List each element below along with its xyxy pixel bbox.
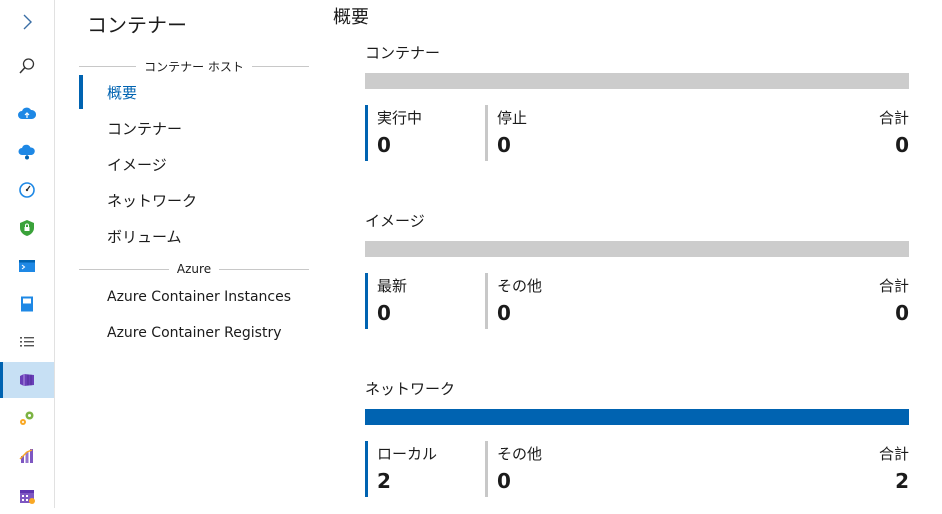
usage-bar <box>365 241 909 257</box>
stat-label: 実行中 <box>377 109 423 127</box>
stat-label: その他 <box>497 445 543 463</box>
stat-value: 0 <box>895 133 909 157</box>
nav-item-images[interactable]: イメージ <box>79 146 319 182</box>
containers-icon[interactable] <box>0 362 54 398</box>
cloud-network-icon[interactable] <box>0 134 54 170</box>
settings-gears-icon[interactable] <box>0 400 54 436</box>
expand-chevron-icon[interactable] <box>0 4 54 40</box>
containers-subnav: コンテナー コンテナー ホスト 概要 コンテナー イメージ ネットワーク ボリュ… <box>54 0 324 508</box>
networks-summary-section: ネットワーク ローカル 2 その他 0 合計 2 <box>365 378 909 497</box>
performance-gauge-icon[interactable] <box>0 172 54 208</box>
group-header-container-host: コンテナー ホスト <box>79 58 310 74</box>
nav-item-azure-container-registry[interactable]: Azure Container Registry <box>79 315 319 351</box>
stat-label: 合計 <box>878 109 909 127</box>
images-summary-section: イメージ 最新 0 その他 0 合計 0 <box>365 210 909 329</box>
usage-bar <box>365 409 909 425</box>
nav-item-label: Azure Container Instances <box>107 289 292 305</box>
stat-label: 合計 <box>878 277 909 295</box>
book-icon[interactable] <box>0 286 54 322</box>
stat-total: 合計 0 <box>789 105 909 163</box>
section-title: コンテナー <box>365 44 441 62</box>
nav-item-label: 概要 <box>107 83 138 102</box>
nav-item-label: Azure Container Registry <box>107 325 282 341</box>
stat-value: 0 <box>497 469 511 493</box>
stat-value: 0 <box>377 301 391 325</box>
nav-item-label: ボリューム <box>107 227 182 246</box>
list-icon[interactable] <box>0 324 54 360</box>
calendar-icon[interactable] <box>0 478 54 514</box>
nav-item-label: イメージ <box>107 155 167 174</box>
stat-label: 最新 <box>377 277 408 295</box>
nav-item-label: コンテナー <box>107 119 183 138</box>
section-title: ネットワーク <box>365 380 456 398</box>
cloud-upload-icon[interactable] <box>0 96 54 132</box>
nav-item-networks[interactable]: ネットワーク <box>79 182 319 218</box>
nav-item-overview[interactable]: 概要 <box>79 74 319 110</box>
security-shield-icon[interactable] <box>0 210 54 246</box>
stat-label: 停止 <box>497 109 528 127</box>
stat-value: 0 <box>895 301 909 325</box>
bar-chart-icon[interactable] <box>0 438 54 474</box>
group-header-azure: Azure <box>79 261 310 277</box>
stat-total: 合計 2 <box>789 441 909 499</box>
stat-label: その他 <box>497 277 543 295</box>
stat-value: 0 <box>497 133 511 157</box>
stat-label: ローカル <box>377 445 438 463</box>
nav-item-volumes[interactable]: ボリューム <box>79 218 319 254</box>
tool-title: コンテナー <box>87 13 187 37</box>
stat-total: 合計 0 <box>789 273 909 331</box>
usage-bar <box>365 73 909 89</box>
overview-main: 概要 コンテナー 実行中 0 停止 0 合計 0 イメージ 最新 0 その他 0… <box>324 0 942 508</box>
containers-summary-section: コンテナー 実行中 0 停止 0 合計 0 <box>365 42 909 161</box>
nav-item-label: ネットワーク <box>107 191 198 210</box>
stat-label: 合計 <box>878 445 909 463</box>
section-title: イメージ <box>365 212 425 230</box>
page-title: 概要 <box>333 7 369 28</box>
stat-value: 2 <box>895 469 909 493</box>
search-icon[interactable] <box>0 48 54 84</box>
nav-item-azure-container-instances[interactable]: Azure Container Instances <box>79 279 319 315</box>
stat-value: 2 <box>377 469 391 493</box>
terminal-icon[interactable] <box>0 248 54 284</box>
tool-rail <box>0 0 55 508</box>
stat-value: 0 <box>497 301 511 325</box>
stat-value: 0 <box>377 133 391 157</box>
nav-item-containers[interactable]: コンテナー <box>79 110 319 146</box>
